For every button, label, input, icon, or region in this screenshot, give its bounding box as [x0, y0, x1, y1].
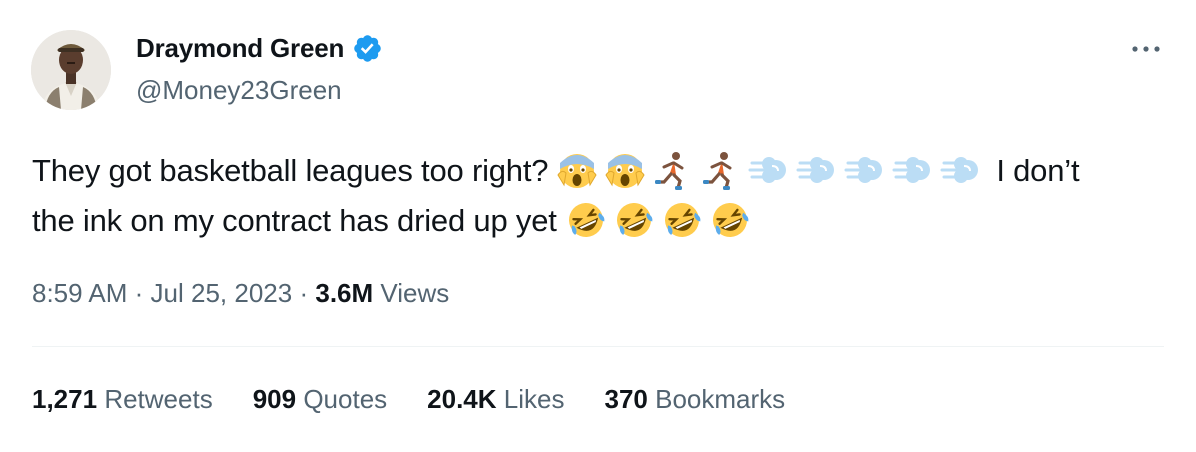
retweets-label: Retweets	[104, 384, 213, 414]
retweets-stat[interactable]: 1,271 Retweets	[32, 384, 213, 415]
tweet-text-part: They got basketball leagues too right?	[32, 153, 549, 188]
bookmarks-stat[interactable]: 370 Bookmarks	[604, 384, 785, 415]
tweet-text-part: I don’t	[996, 153, 1080, 188]
likes-label: Likes	[503, 384, 565, 414]
tweet-meta: 8:59 AM · Jul 25, 2023 · 3.6M Views	[32, 278, 449, 309]
person-running-icon	[700, 149, 742, 191]
dashing-away-icon	[892, 149, 934, 191]
verified-badge-icon	[354, 35, 381, 62]
views-count: 3.6M	[315, 278, 374, 308]
rolling-on-the-floor-laughing-icon	[565, 199, 607, 241]
more-options-icon[interactable]	[1128, 36, 1164, 62]
tweet-text: They got basketball leagues too right? I …	[32, 146, 1172, 246]
rolling-on-the-floor-laughing-icon	[661, 199, 703, 241]
meta-separator: ·	[299, 278, 309, 308]
tweet-date[interactable]: Jul 25, 2023	[151, 278, 293, 308]
face-screaming-in-fear-icon	[556, 149, 598, 191]
author-name[interactable]: Draymond Green	[136, 33, 344, 64]
author-handle[interactable]: @Money23Green	[136, 75, 342, 106]
author-name-row[interactable]: Draymond Green	[136, 33, 383, 64]
avatar[interactable]	[31, 30, 111, 110]
engagement-stats: 1,271 Retweets 909 Quotes 20.4K Likes 37…	[32, 384, 825, 415]
rolling-on-the-floor-laughing-icon	[709, 199, 751, 241]
bookmarks-label: Bookmarks	[655, 384, 786, 414]
retweets-count: 1,271	[32, 384, 98, 414]
dashing-away-icon	[796, 149, 838, 191]
meta-separator: ·	[134, 278, 144, 308]
likes-count: 20.4K	[427, 384, 497, 414]
divider	[32, 346, 1164, 347]
avatar-image	[31, 30, 111, 110]
views-label: Views	[380, 278, 450, 308]
tweet-time[interactable]: 8:59 AM	[32, 278, 127, 308]
quotes-stat[interactable]: 909 Quotes	[253, 384, 387, 415]
bookmarks-count: 370	[604, 384, 648, 414]
rolling-on-the-floor-laughing-icon	[613, 199, 655, 241]
tweet-text-part: the ink on my contract has dried up yet	[32, 203, 557, 238]
person-running-icon	[652, 149, 694, 191]
dashing-away-icon	[844, 149, 886, 191]
tweet-line-2: the ink on my contract has dried up yet	[32, 196, 1172, 246]
face-screaming-in-fear-icon	[604, 149, 646, 191]
likes-stat[interactable]: 20.4K Likes	[427, 384, 564, 415]
dashing-away-icon	[940, 149, 982, 191]
quotes-count: 909	[252, 384, 297, 414]
tweet-line-1: They got basketball leagues too right? I …	[32, 146, 1172, 196]
quotes-label: Quotes	[303, 384, 388, 414]
dashing-away-icon	[748, 149, 790, 191]
